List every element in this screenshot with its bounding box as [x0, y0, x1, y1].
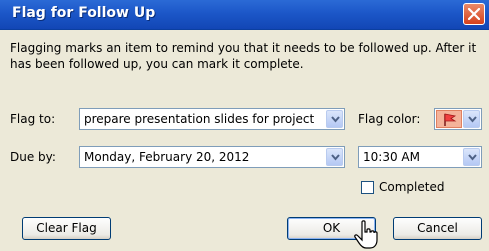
- dialog-message: Flagging marks an item to remind you tha…: [10, 41, 477, 71]
- cancel-button[interactable]: Cancel: [393, 217, 482, 240]
- chevron-down-icon: [331, 154, 340, 161]
- due-by-label: Due by:: [10, 150, 56, 164]
- title-bar[interactable]: Flag for Follow Up: [0, 0, 489, 30]
- completed-checkbox[interactable]: [361, 181, 374, 194]
- chevron-down-icon: [331, 116, 340, 123]
- due-time-dropdown-button[interactable]: [463, 148, 480, 166]
- due-date-value: Monday, February 20, 2012: [84, 150, 250, 164]
- dialog-title: Flag for Follow Up: [12, 5, 156, 21]
- close-button[interactable]: [463, 3, 485, 25]
- flag-icon: [444, 113, 457, 126]
- due-date-combobox[interactable]: Monday, February 20, 2012: [79, 146, 345, 168]
- flag-color-picker[interactable]: [434, 108, 482, 130]
- flag-color-dropdown-button[interactable]: [463, 110, 480, 128]
- mouse-cursor-icon: [354, 220, 378, 249]
- due-time-value: 10:30 AM: [363, 150, 420, 164]
- due-time-combobox[interactable]: 10:30 AM: [358, 146, 482, 168]
- clear-flag-button[interactable]: Clear Flag: [22, 217, 111, 240]
- flag-color-label: Flag color:: [358, 112, 421, 126]
- flag-to-value: prepare presentation slides for project: [84, 112, 315, 126]
- flag-to-combobox[interactable]: prepare presentation slides for project: [79, 108, 345, 130]
- completed-label[interactable]: Completed: [379, 180, 444, 194]
- due-date-dropdown-button[interactable]: [326, 148, 343, 166]
- flag-to-dropdown-button[interactable]: [326, 110, 343, 128]
- close-icon: [468, 8, 480, 20]
- flag-to-label: Flag to:: [10, 112, 56, 126]
- chevron-down-icon: [468, 154, 477, 161]
- chevron-down-icon: [468, 116, 477, 123]
- flag-for-follow-up-dialog: Flag for Follow Up Flagging marks an ite…: [0, 0, 489, 251]
- flag-color-swatch: [436, 110, 462, 128]
